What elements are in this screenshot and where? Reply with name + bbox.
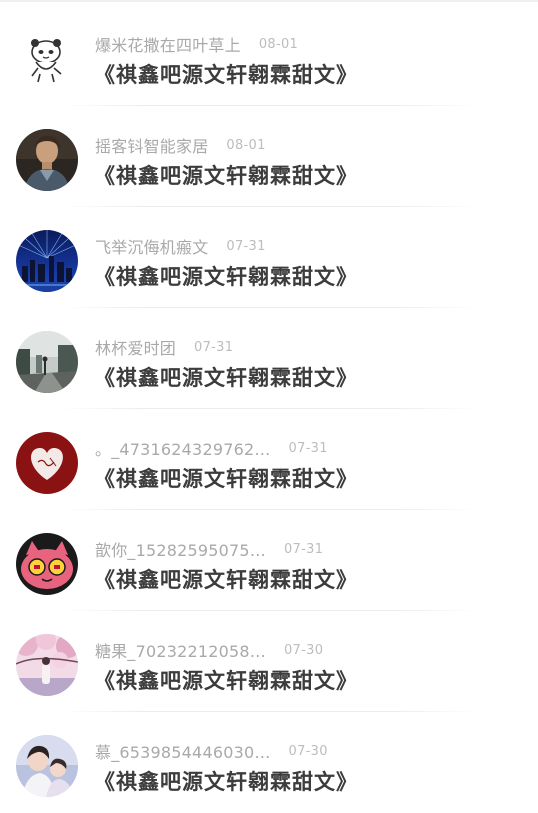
comment-text: 《祺鑫吧源文轩翱霖甜文》: [94, 769, 358, 794]
comment-text: 《祺鑫吧源文轩翱霖甜文》: [94, 567, 358, 592]
comment-item[interactable]: 爆米花撒在四叶草上 08-01 《祺鑫吧源文轩翱霖甜文》: [0, 5, 538, 106]
comment-text: 《祺鑫吧源文轩翱霖甜文》: [94, 62, 358, 87]
top-divider: [0, 0, 538, 2]
red-heart-avatar[interactable]: [16, 432, 78, 494]
comment-meta: 歆你_15282595075… 07-31: [95, 538, 323, 560]
comment-date: 07-31: [288, 440, 328, 456]
comment-item[interactable]: 飞举沉侮机瘢文 07-31 《祺鑫吧源文轩翱霖甜文》: [0, 207, 538, 308]
comment-date: 07-31: [226, 238, 266, 254]
city-street-avatar[interactable]: [16, 331, 78, 393]
comment-item[interactable]: 摇客钭智能家居 08-01 《祺鑫吧源文轩翱霖甜文》: [0, 106, 538, 207]
comment-meta: 。_4731624329762… 07-31: [95, 437, 328, 459]
comment-date: 08-01: [226, 137, 266, 153]
man-portrait-avatar[interactable]: [16, 129, 78, 191]
comment-item[interactable]: 慕_6539854446030… 07-30 《祺鑫吧源文轩翱霖甜文》: [0, 712, 538, 813]
comment-date: 07-31: [194, 339, 234, 355]
comment-meta: 糖果_70232212058… 07-30: [95, 639, 323, 661]
comment-date: 07-31: [283, 541, 324, 557]
couple-photo-avatar[interactable]: [16, 735, 78, 797]
username[interactable]: 糖果_70232212058…: [95, 638, 266, 662]
username[interactable]: 飞举沉侮机瘢文: [95, 234, 208, 258]
username[interactable]: 。_4731624329762…: [95, 436, 271, 460]
panda-sticker-avatar[interactable]: [16, 28, 78, 90]
username[interactable]: 林杯爱时团: [95, 335, 176, 359]
comment-item[interactable]: 糖果_70232212058… 07-30 《祺鑫吧源文轩翱霖甜文》: [0, 611, 538, 712]
comment-meta: 林杯爱时团 07-31: [95, 336, 233, 358]
comment-date: 07-30: [288, 743, 328, 759]
comment-text: 《祺鑫吧源文轩翱霖甜文》: [94, 264, 358, 289]
comment-item[interactable]: 。_4731624329762… 07-31 《祺鑫吧源文轩翱霖甜文》: [0, 409, 538, 510]
cartoon-cat-avatar[interactable]: [16, 533, 78, 595]
comment-text: 《祺鑫吧源文轩翱霖甜文》: [94, 163, 358, 188]
comment-item[interactable]: 歆你_15282595075… 07-31 《祺鑫吧源文轩翱霖甜文》: [0, 510, 538, 611]
comment-meta: 摇客钭智能家居 08-01: [95, 134, 266, 156]
comment-meta: 爆米花撒在四叶草上 08-01: [95, 33, 298, 55]
username[interactable]: 歆你_15282595075…: [95, 537, 266, 561]
comment-list: 爆米花撒在四叶草上 08-01 《祺鑫吧源文轩翱霖甜文》 摇客钭智能家居 08-…: [0, 0, 538, 810]
comment-text: 《祺鑫吧源文轩翱霖甜文》: [94, 365, 358, 390]
city-night-avatar[interactable]: [16, 230, 78, 292]
username[interactable]: 爆米花撒在四叶草上: [95, 32, 241, 56]
username[interactable]: 摇客钭智能家居: [95, 133, 208, 157]
comment-meta: 飞举沉侮机瘢文 07-31: [95, 235, 266, 257]
comment-text: 《祺鑫吧源文轩翱霖甜文》: [94, 466, 358, 491]
comment-meta: 慕_6539854446030… 07-30: [95, 740, 328, 762]
cherry-blossom-avatar[interactable]: [16, 634, 78, 696]
comment-text: 《祺鑫吧源文轩翱霖甜文》: [94, 668, 358, 693]
comment-date: 08-01: [258, 36, 299, 52]
comment-item[interactable]: 林杯爱时团 07-31 《祺鑫吧源文轩翱霖甜文》: [0, 308, 538, 409]
comment-date: 07-30: [283, 642, 324, 658]
username[interactable]: 慕_6539854446030…: [95, 739, 271, 763]
